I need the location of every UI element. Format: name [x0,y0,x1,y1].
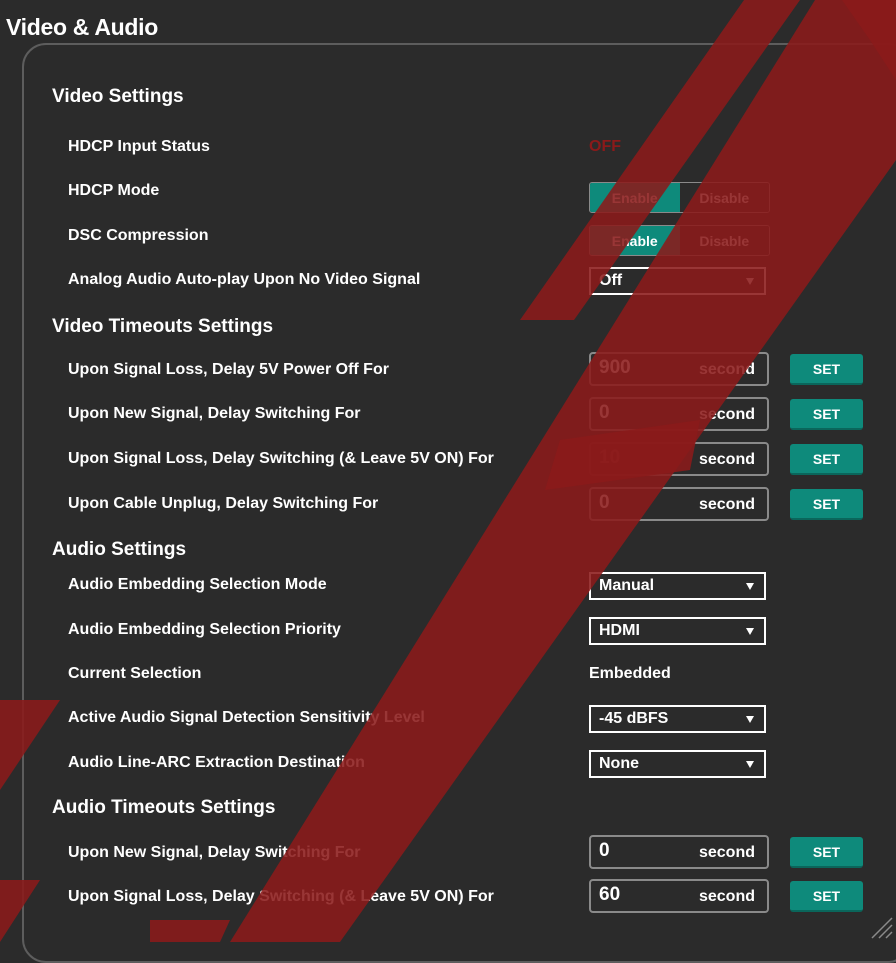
current-selection-value: Embedded [589,665,671,682]
embedding-priority-select[interactable]: HDMI [589,617,766,645]
embedding-priority-value: HDMI [599,622,640,639]
field-value: 60 [599,884,621,905]
timeout-label: Upon Signal Loss, Delay 5V Power Off For [68,361,389,378]
signal-loss-delay-set-button[interactable]: SET [790,444,863,475]
timeout-label: Upon Signal Loss, Delay Switching (& Lea… [68,888,494,905]
power-off-delay-field[interactable]: 900 second [589,352,769,386]
embedding-priority-label: Audio Embedding Selection Priority [68,621,341,638]
hdcp-mode-enable-button[interactable]: Enable [590,183,680,212]
audio-timeouts-heading: Audio Timeouts Settings [52,797,276,818]
analog-audio-autoplay-label: Analog Audio Auto-play Upon No Video Sig… [68,271,421,288]
hdcp-input-status-label: HDCP Input Status [68,138,210,155]
sensitivity-level-value: -45 dBFS [599,710,669,727]
audio-settings-heading: Audio Settings [52,539,187,560]
field-unit: second [698,496,755,513]
sensitivity-level-label: Active Audio Signal Detection Sensitivit… [68,709,425,726]
field-value: 0 [599,402,610,423]
field-unit: second [698,361,755,378]
resize-grip-icon[interactable] [868,914,894,940]
new-signal-delay-field[interactable]: 0 second [589,397,769,431]
embedding-mode-value: Manual [599,577,655,594]
timeout-label: Upon Cable Unplug, Delay Switching For [68,495,379,512]
field-unit: second [698,844,755,861]
timeout-label: Upon New Signal, Delay Switching For [68,844,361,861]
field-unit: second [698,406,755,423]
embedding-mode-select[interactable]: Manual [589,572,766,600]
dropdown-caret-icon [746,761,754,768]
dsc-compression-label: DSC Compression [68,227,209,244]
dropdown-caret-icon [746,716,754,723]
field-value: 900 [599,357,631,378]
line-arc-destination-label: Audio Line-ARC Extraction Destination [68,754,365,771]
video-timeouts-heading: Video Timeouts Settings [52,316,274,337]
cable-unplug-delay-set-button[interactable]: SET [790,489,863,520]
field-unit: second [698,888,755,905]
timeout-label: Upon New Signal, Delay Switching For [68,405,361,422]
dropdown-caret-icon [746,628,754,635]
new-signal-delay-set-button[interactable]: SET [790,399,863,430]
embedding-mode-label: Audio Embedding Selection Mode [68,576,327,593]
page-title: Video & Audio [6,14,158,40]
sensitivity-level-select[interactable]: -45 dBFS [589,705,766,733]
timeout-label: Upon Signal Loss, Delay Switching (& Lea… [68,450,494,467]
current-selection-label: Current Selection [68,665,202,682]
dsc-compression-toggle: Enable Disable [589,225,770,256]
field-value: 0 [599,492,610,513]
dsc-compression-enable-button[interactable]: Enable [590,226,680,255]
dropdown-caret-icon [746,278,754,285]
dropdown-caret-icon [746,583,754,590]
signal-loss-delay-field[interactable]: 10 second [589,442,769,476]
field-unit: second [698,451,755,468]
dsc-compression-disable-button[interactable]: Disable [679,226,769,255]
video-settings-heading: Video Settings [52,86,184,107]
hdcp-mode-toggle: Enable Disable [589,182,770,213]
field-value: 0 [599,840,610,861]
hdcp-mode-disable-button[interactable]: Disable [679,183,769,212]
line-arc-destination-select[interactable]: None [589,750,766,778]
hdcp-input-status-value: OFF [589,138,621,155]
hdcp-mode-label: HDCP Mode [68,182,160,199]
power-off-delay-set-button[interactable]: SET [790,354,863,385]
line-arc-destination-value: None [599,755,639,772]
cable-unplug-delay-field[interactable]: 0 second [589,487,769,521]
audio-new-signal-delay-field[interactable]: 0 second [589,835,769,869]
audio-signal-loss-delay-set-button[interactable]: SET [790,881,863,912]
audio-signal-loss-delay-field[interactable]: 60 second [589,879,769,913]
analog-audio-autoplay-value: Off [599,272,623,289]
analog-audio-autoplay-select[interactable]: Off [589,267,766,295]
field-value: 10 [599,447,621,468]
audio-new-signal-delay-set-button[interactable]: SET [790,837,863,868]
